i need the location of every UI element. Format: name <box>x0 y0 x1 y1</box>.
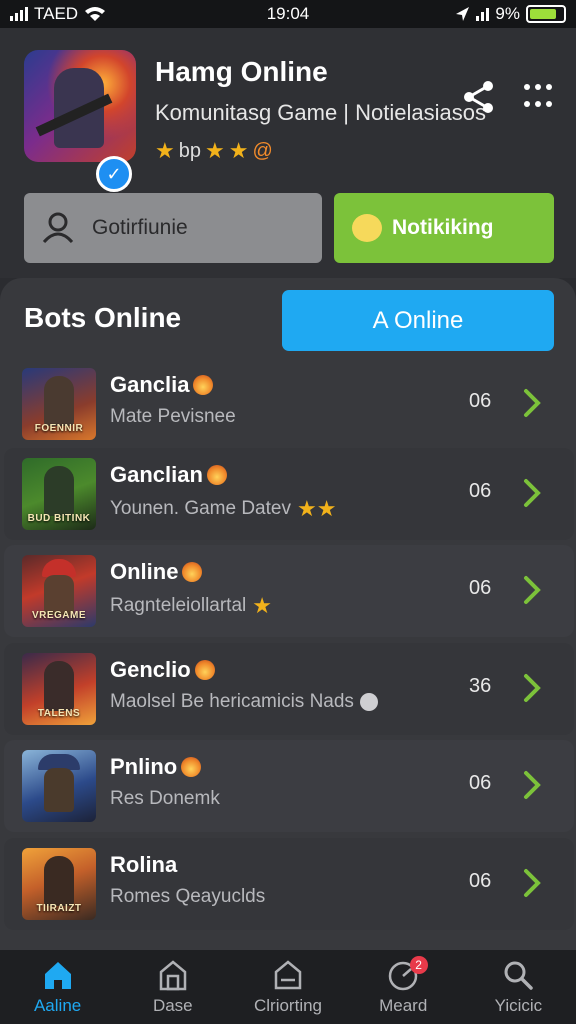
home-icon <box>44 962 71 989</box>
row-count: 06 <box>469 870 492 892</box>
skull-icon <box>359 693 378 711</box>
list-item[interactable]: BUD BITINK Ganclian Younen. Game Datev ★★… <box>4 448 574 540</box>
star-icon: ★ <box>228 138 249 163</box>
row-subtitle: Ragnteleiollartal ★ <box>110 593 272 618</box>
row-subtitle: Res Donemk <box>110 788 220 809</box>
app-icon[interactable] <box>24 50 136 162</box>
more-icon[interactable] <box>524 84 552 112</box>
game-thumbnail <box>22 750 96 822</box>
row-subtitle: Romes Qeayuclds <box>110 886 266 907</box>
signal-icon <box>10 7 28 21</box>
fire-icon <box>181 757 202 777</box>
chevron-right-icon <box>524 674 541 702</box>
list-item[interactable]: TIIRAIZT Rolina Romes Qeayuclds 06 <box>4 838 574 930</box>
status-bar: TAED 19:04 9% <box>0 0 576 28</box>
star-icon: ★ <box>252 593 272 618</box>
star-icon: ★★ <box>296 496 337 521</box>
row-title: Online <box>110 559 203 585</box>
rating: ★ bp ★ ★ @ <box>155 138 273 164</box>
nav-label: Clriorting <box>253 996 323 1015</box>
nav-item-dase[interactable]: Dase <box>115 950 230 1024</box>
notification-badge: 2 <box>409 956 428 974</box>
row-title: Genclio <box>110 657 215 683</box>
spiral-icon: @ <box>252 139 273 162</box>
game-thumbnail: VREGAME <box>22 555 96 627</box>
nav-item-meard[interactable]: 2 Meard <box>346 950 461 1024</box>
row-count: 36 <box>469 675 492 697</box>
gotirfiunie-button[interactable]: Gotirfiunie <box>24 193 322 263</box>
bottom-nav: Aaline Dase Clriorting 2 Meard Yicicic <box>0 950 576 1024</box>
row-subtitle: Maolsel Be hericamicis Nads <box>110 691 378 713</box>
row-subtitle: Mate Pevisnee <box>110 406 236 427</box>
list-item[interactable]: TALENS Genclio Maolsel Be hericamicis Na… <box>4 643 574 735</box>
fire-icon <box>182 562 203 582</box>
list-item[interactable]: VREGAME Online Ragnteleiollartal ★ 06 <box>4 545 574 637</box>
chevron-right-icon <box>524 576 541 604</box>
online-button[interactable]: A Online <box>282 290 554 351</box>
gotirfiunie-label: Gotirfiunie <box>92 216 188 239</box>
row-subtitle: Younen. Game Datev ★★ <box>110 496 337 521</box>
row-title: Ganclian <box>110 462 227 488</box>
nav-label: Aaline <box>33 996 82 1015</box>
app-header: ✓ Hamg Online Komunitasg Game | Notielas… <box>0 28 576 278</box>
verified-badge-icon: ✓ <box>96 156 132 192</box>
star-icon: ★ <box>204 138 225 163</box>
chat-icon <box>274 960 302 990</box>
list-item[interactable]: FOENNIR Ganclia Mate Pevisnee 06 <box>4 358 574 450</box>
list-item[interactable]: Pnlino Res Donemk 06 <box>4 740 574 832</box>
chevron-right-icon <box>524 389 541 417</box>
fire-icon <box>206 465 227 485</box>
game-thumbnail: FOENNIR <box>22 368 96 440</box>
row-title: Rolina <box>110 852 178 877</box>
chevron-right-icon <box>524 479 541 507</box>
fire-icon <box>193 375 214 395</box>
chevron-right-icon <box>524 771 541 799</box>
rating-text: bp <box>178 139 201 162</box>
nav-item-aaline[interactable]: Aaline <box>0 950 115 1024</box>
nav-label: Yicicic <box>494 996 543 1015</box>
location-arrow-icon <box>456 7 470 21</box>
bots-panel: Bots Online A Online FOENNIR Ganclia Mat… <box>0 278 576 950</box>
notikiking-button[interactable]: Notikiking <box>334 193 554 263</box>
wifi-icon <box>85 7 106 21</box>
chat-bubble-icon <box>352 214 382 242</box>
app-subtitle: Komunitasg Game | Notielasiasos <box>155 100 486 125</box>
cell-signal-icon <box>476 7 490 21</box>
store-icon <box>159 960 187 991</box>
search-icon <box>504 961 534 990</box>
share-icon[interactable] <box>462 80 496 114</box>
fire-icon <box>194 660 215 680</box>
row-count: 06 <box>469 772 492 794</box>
star-icon: ★ <box>155 138 175 163</box>
carrier-label: TAED <box>34 4 79 23</box>
app-title: Hamg Online <box>155 56 328 87</box>
battery-icon <box>526 5 566 23</box>
notikiking-label: Notikiking <box>392 216 494 239</box>
user-icon <box>42 212 74 244</box>
battery-percent: 9% <box>495 4 520 23</box>
row-title: Pnlino <box>110 754 202 780</box>
row-count: 06 <box>469 577 492 599</box>
game-thumbnail: TALENS <box>22 653 96 725</box>
row-count: 06 <box>469 390 492 412</box>
panel-title: Bots Online <box>24 302 182 333</box>
row-count: 06 <box>469 480 492 502</box>
nav-label: Dase <box>152 996 193 1015</box>
chevron-right-icon <box>524 869 541 897</box>
game-thumbnail: TIIRAIZT <box>22 848 96 920</box>
clock: 19:04 <box>266 4 310 23</box>
game-thumbnail: BUD BITINK <box>22 458 96 530</box>
row-title: Ganclia <box>110 372 214 398</box>
nav-item-clriorting[interactable]: Clriorting <box>230 950 345 1024</box>
nav-item-yicicic[interactable]: Yicicic <box>461 950 576 1024</box>
nav-label: Meard <box>379 996 428 1015</box>
